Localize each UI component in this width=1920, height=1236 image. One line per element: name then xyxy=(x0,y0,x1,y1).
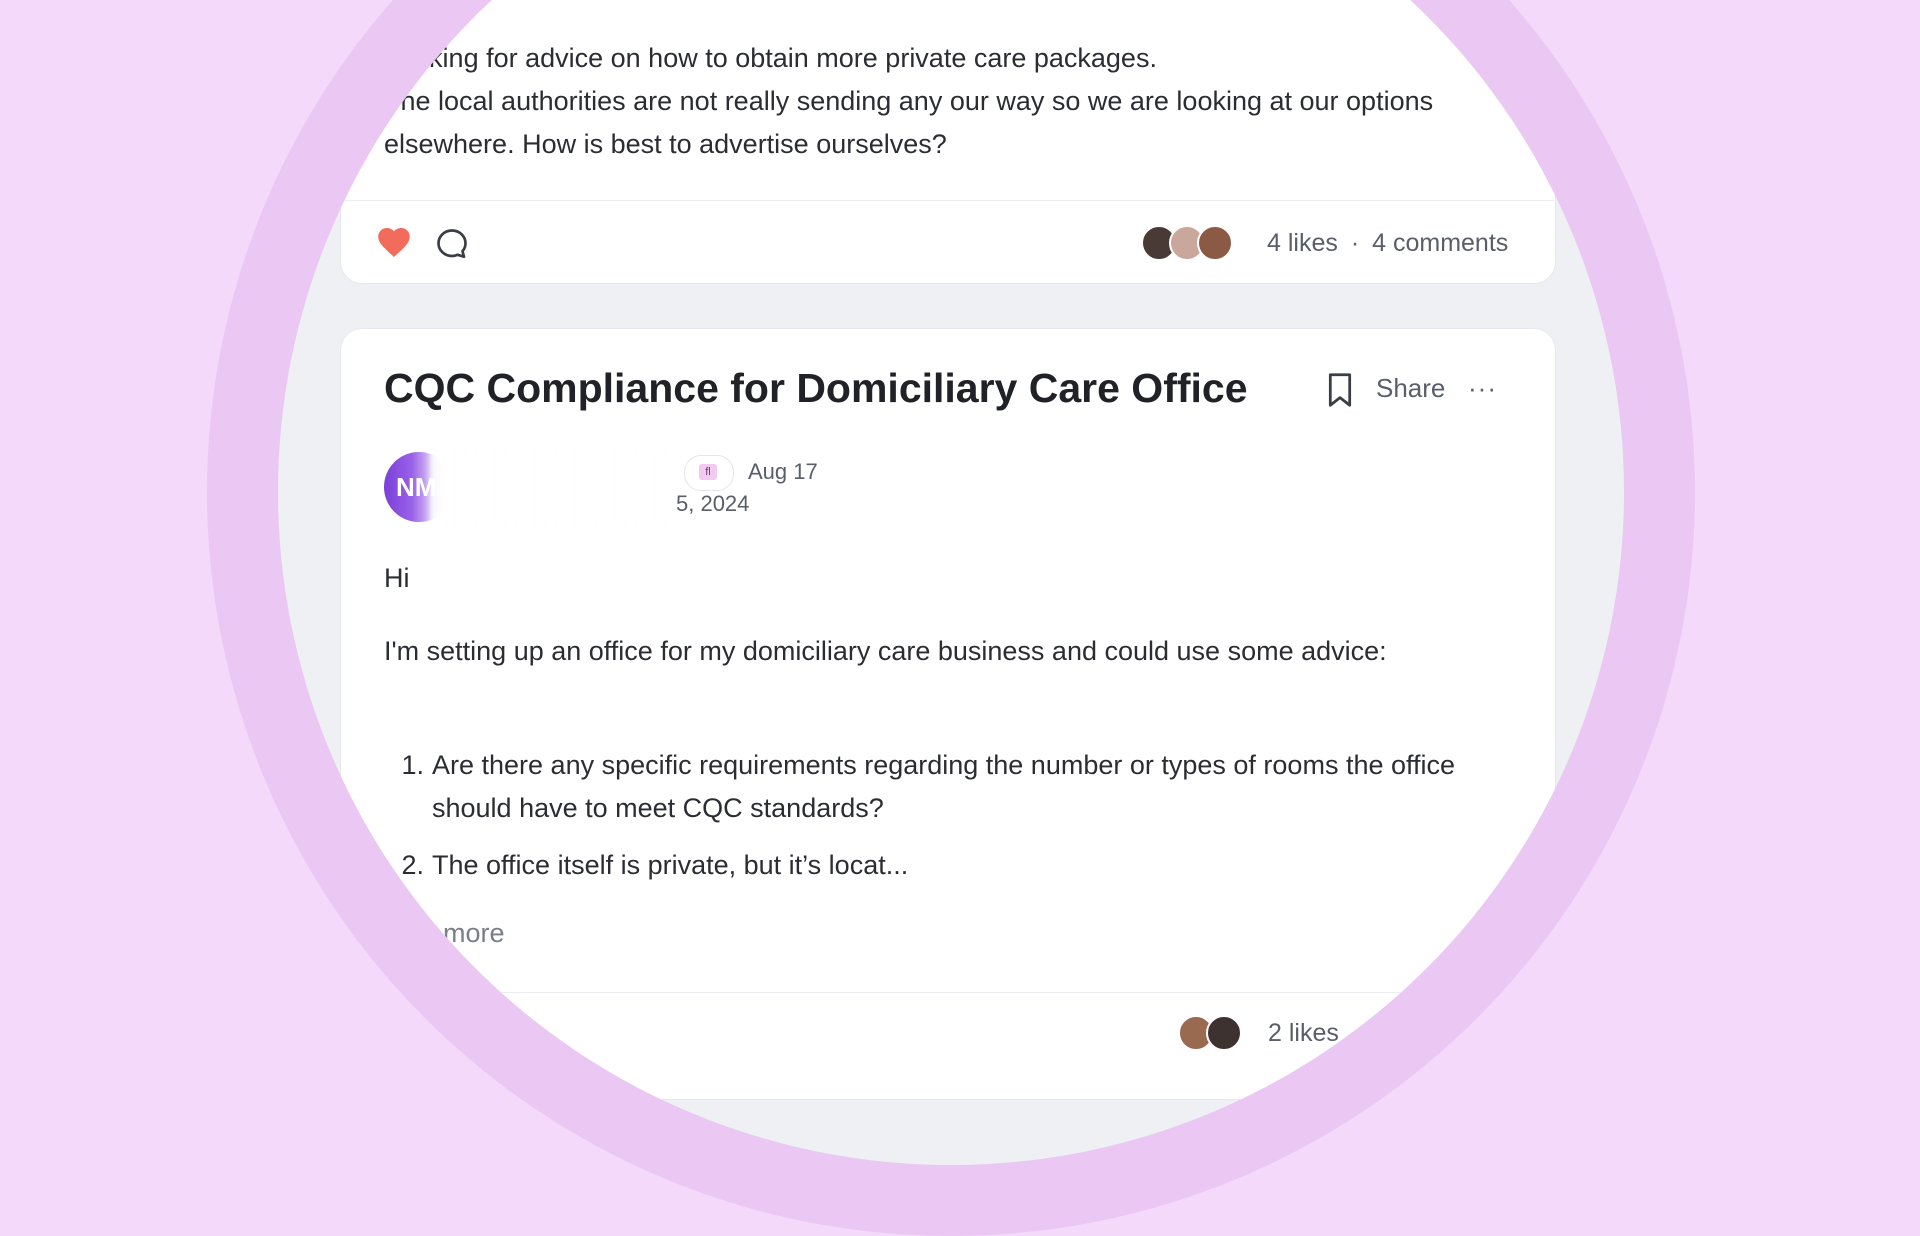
heart-icon[interactable] xyxy=(376,225,412,259)
post-date: Aug 17 xyxy=(748,459,818,484)
comment-icon[interactable] xyxy=(434,226,470,262)
list-number: 1. xyxy=(401,750,424,780)
likes-count[interactable]: 4 likes xyxy=(1267,229,1338,257)
likes-comments-count: 4 likes · 4 comments xyxy=(1267,229,1508,258)
list-text: The office itself is private, but it’s l… xyxy=(432,850,909,880)
avatar xyxy=(1197,225,1233,261)
avatar xyxy=(1206,1015,1242,1051)
likes-count-row: 2 likes · xyxy=(1268,1019,1360,1048)
post-text-line: The local authorities are not really sen… xyxy=(384,86,1434,159)
divider xyxy=(340,992,1554,993)
more-dots-icon[interactable]: ··· xyxy=(1468,373,1497,404)
comments-count[interactable]: 4 comments xyxy=(1372,229,1508,257)
post-greeting: Hi xyxy=(384,563,410,593)
separator: · xyxy=(1350,229,1360,257)
post-date-cont: 5, 2024 xyxy=(676,491,750,516)
list-text: Are there any specific requirements rega… xyxy=(432,750,1456,823)
liker-avatars xyxy=(1141,225,1233,261)
post-text-line: Looking for advice on how to obtain more… xyxy=(384,43,1157,73)
post-title[interactable]: CQC Compliance for Domiciliary Care Offi… xyxy=(384,365,1248,412)
bookmark-icon[interactable] xyxy=(1326,372,1354,408)
list-number: 2. xyxy=(401,850,424,880)
post-intro: I'm setting up an office for my domicili… xyxy=(384,636,1387,666)
divider xyxy=(340,200,1554,201)
badge-flag: fl xyxy=(699,464,717,480)
post-body-previous: Looking for advice on how to obtain more… xyxy=(384,37,1514,166)
spotlight-view: Looking for advice on how to obtain more… xyxy=(278,0,1624,1165)
read-more-link[interactable]: more xyxy=(443,918,505,949)
separator: · xyxy=(1351,1019,1361,1047)
author-name-redacted xyxy=(430,446,680,528)
post-card xyxy=(340,328,1556,1100)
share-button[interactable]: Share xyxy=(1376,373,1445,404)
author-badge: fl xyxy=(684,455,734,491)
liker-avatars xyxy=(1178,1015,1242,1051)
likes-count[interactable]: 2 likes xyxy=(1268,1019,1339,1047)
feed: Looking for advice on how to obtain more… xyxy=(278,0,1624,1100)
